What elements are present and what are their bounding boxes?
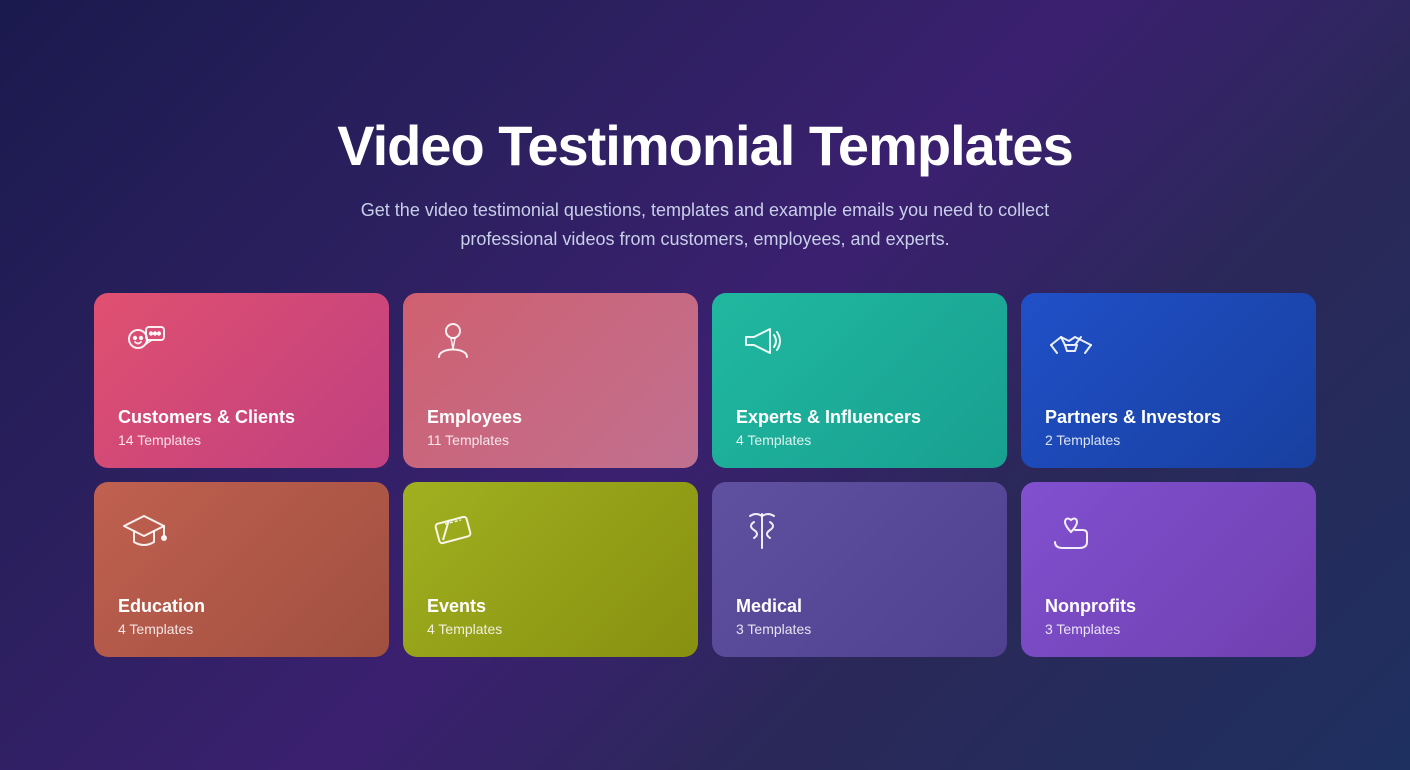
card-employees-title: Employees bbox=[427, 407, 674, 428]
card-experts-count: 4 Templates bbox=[736, 432, 983, 448]
medical-icon bbox=[736, 504, 788, 556]
card-medical-count: 3 Templates bbox=[736, 621, 983, 637]
card-education-title: Education bbox=[118, 596, 365, 617]
card-medical[interactable]: Medical 3 Templates bbox=[712, 482, 1007, 657]
card-customers-count: 14 Templates bbox=[118, 432, 365, 448]
card-employees-count: 11 Templates bbox=[427, 432, 674, 448]
card-nonprofits-title: Nonprofits bbox=[1045, 596, 1292, 617]
handshake-icon bbox=[1045, 315, 1097, 367]
customer-icon bbox=[118, 315, 170, 367]
card-partners-count: 2 Templates bbox=[1045, 432, 1292, 448]
card-customers-title: Customers & Clients bbox=[118, 407, 365, 428]
megaphone-icon bbox=[736, 315, 788, 367]
card-partners[interactable]: Partners & Investors 2 Templates bbox=[1021, 293, 1316, 468]
card-events[interactable]: Events 4 Templates bbox=[403, 482, 698, 657]
card-customers[interactable]: Customers & Clients 14 Templates bbox=[94, 293, 389, 468]
page-title: Video Testimonial Templates bbox=[325, 113, 1085, 178]
card-education-count: 4 Templates bbox=[118, 621, 365, 637]
card-education[interactable]: Education 4 Templates bbox=[94, 482, 389, 657]
template-grid: Customers & Clients 14 Templates Employe… bbox=[94, 293, 1316, 657]
card-events-count: 4 Templates bbox=[427, 621, 674, 637]
card-partners-title: Partners & Investors bbox=[1045, 407, 1292, 428]
heart-hand-icon bbox=[1045, 504, 1097, 556]
card-nonprofits[interactable]: Nonprofits 3 Templates bbox=[1021, 482, 1316, 657]
card-experts[interactable]: Experts & Influencers 4 Templates bbox=[712, 293, 1007, 468]
page-subtitle: Get the video testimonial questions, tem… bbox=[325, 196, 1085, 254]
card-events-title: Events bbox=[427, 596, 674, 617]
page-header: Video Testimonial Templates Get the vide… bbox=[325, 113, 1085, 254]
graduation-icon bbox=[118, 504, 170, 556]
card-experts-title: Experts & Influencers bbox=[736, 407, 983, 428]
employee-icon bbox=[427, 315, 479, 367]
ticket-icon bbox=[427, 504, 479, 556]
card-nonprofits-count: 3 Templates bbox=[1045, 621, 1292, 637]
card-employees[interactable]: Employees 11 Templates bbox=[403, 293, 698, 468]
card-medical-title: Medical bbox=[736, 596, 983, 617]
